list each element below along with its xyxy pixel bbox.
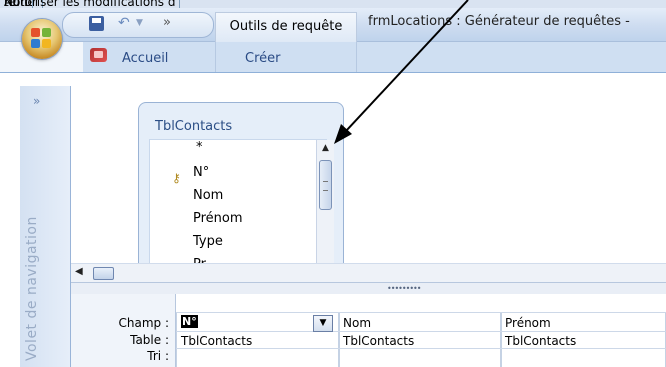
office-logo-icon xyxy=(31,28,53,50)
selected-field-cell[interactable]: N° xyxy=(181,315,198,328)
window-title: frmLocations : Générateur de requêtes - xyxy=(368,14,630,29)
field-item[interactable]: N° xyxy=(193,165,209,180)
table-title[interactable]: TblContacts xyxy=(155,119,232,134)
tab-creer[interactable]: Créer xyxy=(245,51,280,66)
background-window-strip: te_Tél Autoriser les modifications d Non xyxy=(0,0,666,8)
grip-icon xyxy=(323,181,328,191)
contextual-tab-group xyxy=(215,42,357,72)
grid-cell-table[interactable]: TblContacts xyxy=(343,334,414,348)
field-item[interactable]: Type xyxy=(193,234,223,249)
qat-more-button[interactable]: » xyxy=(163,15,171,30)
bg-cell: Non xyxy=(0,0,33,8)
field-item[interactable]: Nom xyxy=(193,188,223,203)
field-item[interactable]: * xyxy=(196,140,203,155)
scroll-up-arrow-icon[interactable]: ▲ xyxy=(319,143,332,155)
grid-cell-champ[interactable]: Prénom xyxy=(505,316,551,330)
contextual-tab-query-tools[interactable]: Outils de requête xyxy=(215,12,357,42)
quick-access-toolbar: ↶ ▼ » xyxy=(62,12,214,38)
scroll-thumb[interactable] xyxy=(93,267,114,280)
navigation-pane-title[interactable]: Volet de navigation xyxy=(24,216,40,361)
grid-cell-table[interactable]: TblContacts xyxy=(505,334,576,348)
save-icon[interactable] xyxy=(89,16,104,31)
row-label-table: Table : xyxy=(130,333,169,347)
field-dropdown-button[interactable]: ▼ xyxy=(313,315,333,332)
undo-icon[interactable]: ↶ xyxy=(118,15,130,31)
grid-cell-table[interactable]: TblContacts xyxy=(181,334,252,348)
scroll-thumb[interactable] xyxy=(319,160,332,210)
row-label-champ: Champ : xyxy=(118,316,169,330)
table-field-list-window[interactable]: TblContacts * ⚷ N° Nom Prénom Type Pr ▲ xyxy=(138,102,344,274)
grid-line xyxy=(176,312,666,313)
horizontal-scrollbar[interactable]: ◀ xyxy=(71,263,666,283)
field-item[interactable]: Prénom xyxy=(193,211,243,226)
grid-line xyxy=(176,348,666,349)
expand-nav-pane-button[interactable]: » xyxy=(33,94,40,108)
navigation-pane: » Volet de navigation xyxy=(20,86,71,367)
primary-key-icon: ⚷ xyxy=(172,171,181,185)
access-app-icon xyxy=(90,48,107,62)
tab-accueil[interactable]: Accueil xyxy=(122,51,168,66)
splitter-grip-icon: ••••••••• xyxy=(387,284,421,293)
grid-row-labels: Champ : Table : Tri : xyxy=(71,294,176,367)
undo-dropdown-icon[interactable]: ▼ xyxy=(136,18,143,28)
row-label-tri: Tri : xyxy=(147,349,169,363)
field-list: * ⚷ N° Nom Prénom Type Pr ▲ xyxy=(149,139,334,273)
scroll-left-arrow-icon[interactable]: ◀ xyxy=(75,266,83,277)
office-button[interactable] xyxy=(22,19,62,59)
grid-cell-champ[interactable]: Nom xyxy=(343,316,371,330)
grid-line xyxy=(176,331,666,332)
field-list-scrollbar[interactable]: ▲ xyxy=(316,140,334,272)
